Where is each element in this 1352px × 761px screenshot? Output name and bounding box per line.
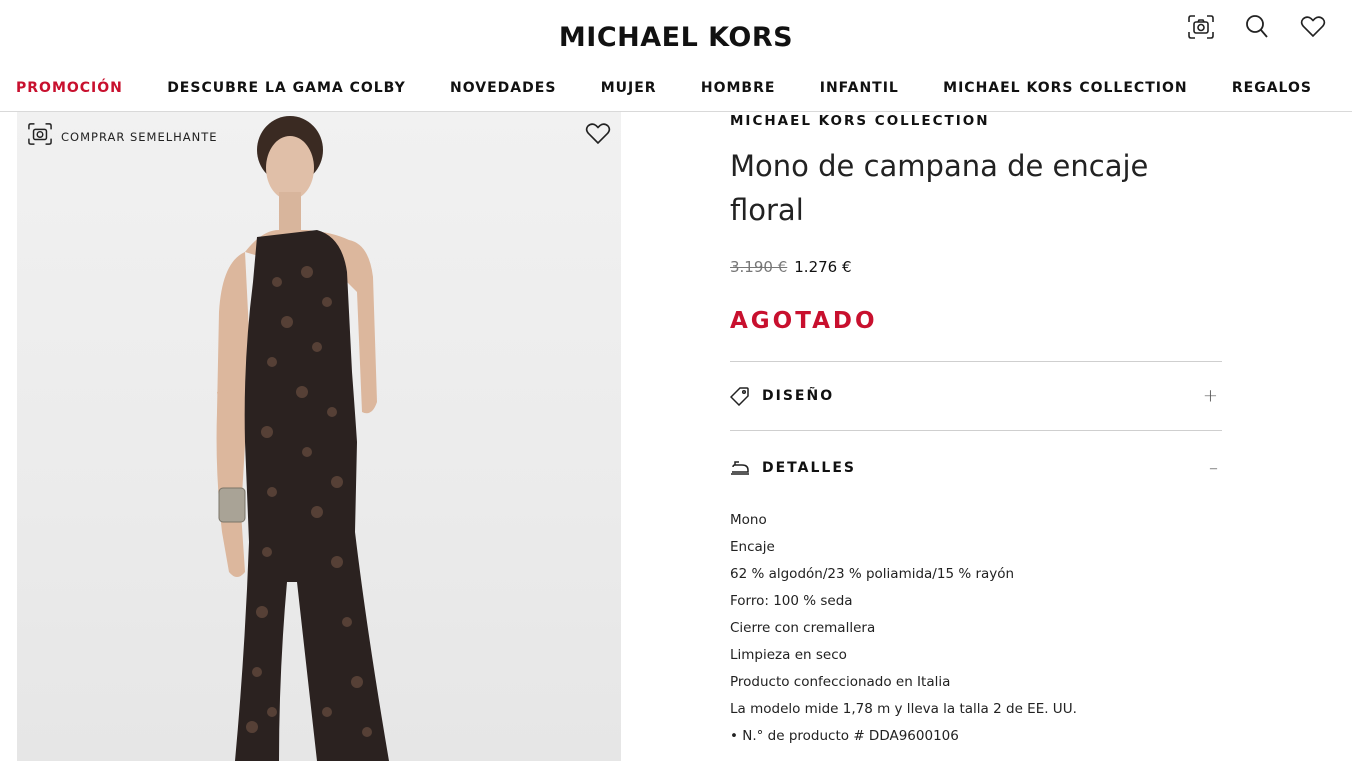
price-row: 3.190 € 1.276 € xyxy=(730,258,1222,276)
accordion-diseno[interactable]: DISEÑO + xyxy=(730,362,1222,430)
brand-logo[interactable]: MICHAEL KORS xyxy=(0,22,1352,53)
header-actions xyxy=(1182,12,1332,42)
original-price: 3.190 € xyxy=(730,258,788,276)
nav-item-gama-colby[interactable]: DESCUBRE LA GAMA COLBY xyxy=(167,80,406,96)
list-item: • N.° de producto # DDA9600106 xyxy=(730,728,959,744)
iron-icon xyxy=(730,458,750,478)
product-title: Mono de campana de encaje floral xyxy=(730,149,1149,227)
list-item: Limpieza en seco xyxy=(730,647,847,663)
site-header: MICHAEL KORS PROMOCIÓN DESCUBRE LA GAMA … xyxy=(0,0,1352,112)
list-item: Forro: 100 % seda xyxy=(730,593,853,609)
product-accordion: DISEÑO + DETALLES – Mono Encaje 62 % alg… xyxy=(730,361,1222,750)
sale-price: 1.276 € xyxy=(794,258,852,276)
list-item: Mono xyxy=(730,512,767,528)
nav-item-collection[interactable]: MICHAEL KORS COLLECTION xyxy=(943,80,1187,96)
list-item: Cierre con cremallera xyxy=(730,620,876,636)
list-item: Producto confeccionado en Italia xyxy=(730,674,951,690)
accordion-detalles[interactable]: DETALLES – xyxy=(730,431,1222,505)
shop-similar-button[interactable]: COMPRAR SEMELHANTE xyxy=(27,122,218,151)
accordion-label: DETALLES xyxy=(762,460,856,476)
tag-icon xyxy=(730,386,750,406)
product-image[interactable]: COMPRAR SEMELHANTE xyxy=(17,112,621,761)
heart-icon[interactable] xyxy=(1294,12,1332,42)
shop-similar-label: COMPRAR SEMELHANTE xyxy=(61,129,218,144)
expand-plus-icon[interactable]: + xyxy=(1203,386,1218,407)
nav-item-promocion[interactable]: PROMOCIÓN xyxy=(16,80,123,96)
wishlist-heart-icon[interactable] xyxy=(585,122,611,151)
product-info: MICHAEL KORS COLLECTION Mono de campana … xyxy=(730,112,1222,750)
collapse-minus-icon[interactable]: – xyxy=(1209,458,1218,479)
details-list: Mono Encaje 62 % algodón/23 % poliamida/… xyxy=(730,507,1222,750)
camera-search-icon xyxy=(27,122,53,151)
sold-out-status: AGOTADO xyxy=(730,308,878,334)
search-icon[interactable] xyxy=(1238,12,1276,42)
accordion-label: DISEÑO xyxy=(762,388,835,404)
main-nav: PROMOCIÓN DESCUBRE LA GAMA COLBY NOVEDAD… xyxy=(16,80,1312,96)
nav-item-regalos[interactable]: REGALOS xyxy=(1232,80,1312,96)
nav-item-mujer[interactable]: MUJER xyxy=(601,80,657,96)
nav-item-infantil[interactable]: INFANTIL xyxy=(820,80,899,96)
product-brand[interactable]: MICHAEL KORS COLLECTION xyxy=(730,113,1222,129)
model-photo xyxy=(216,116,389,761)
nav-item-hombre[interactable]: HOMBRE xyxy=(701,80,776,96)
list-item: Encaje xyxy=(730,539,775,555)
list-item: La modelo mide 1,78 m y lleva la talla 2… xyxy=(730,701,1077,717)
camera-search-icon[interactable] xyxy=(1182,12,1220,42)
nav-item-novedades[interactable]: NOVEDADES xyxy=(450,80,556,96)
list-item: 62 % algodón/23 % poliamida/15 % rayón xyxy=(730,566,1015,582)
